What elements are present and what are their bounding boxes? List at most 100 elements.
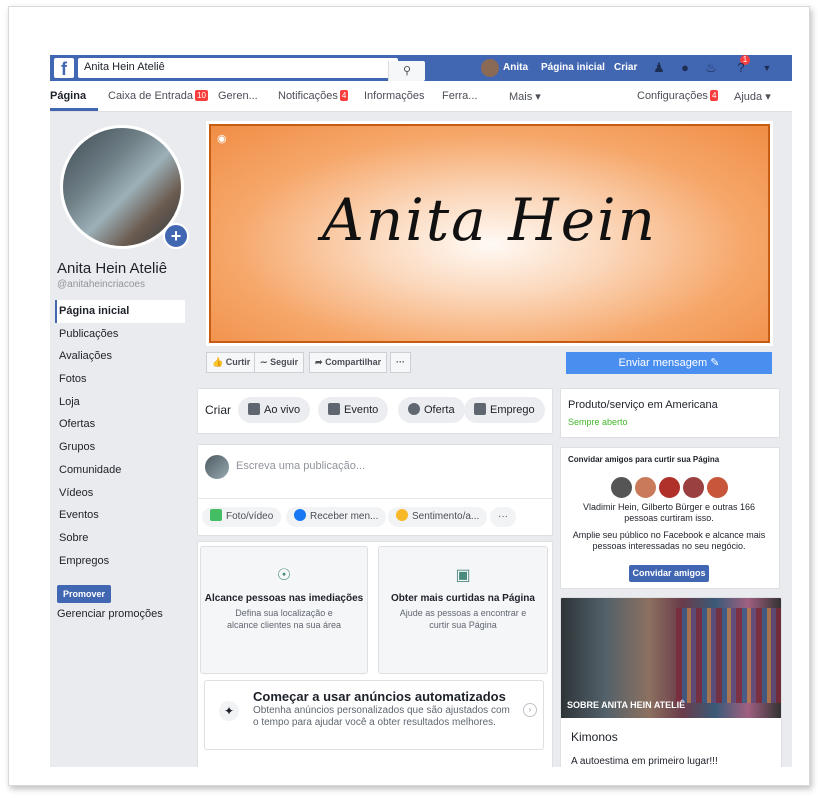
live-video-button[interactable]: Ao vivo	[238, 397, 311, 423]
post-composer: Escreva uma publicação... Foto/vídeo Rec…	[197, 444, 553, 536]
facebook-logo-icon[interactable]: f	[54, 58, 74, 79]
composer-divider	[198, 498, 552, 499]
composer-more-button[interactable]: ···	[490, 507, 516, 527]
share-button[interactable]: ➦ Compartilhar	[309, 352, 388, 373]
page-icon: ▣	[455, 567, 471, 584]
cover-photo[interactable]: ◉ Anita Hein	[206, 121, 773, 346]
about-text: A autoestima em primeiro lugar!!!	[571, 756, 718, 767]
sidebar-item-videos[interactable]: Vídeos	[55, 482, 185, 505]
feeling-button[interactable]: Sentimento/a...	[388, 507, 488, 527]
manage-promotions-link[interactable]: Gerenciar promoções	[57, 608, 163, 620]
friend-requests-icon[interactable]: ♟	[650, 59, 668, 77]
sidebar-item-posts[interactable]: Publicações	[55, 323, 185, 346]
offer-label: Oferta	[424, 404, 455, 416]
page-category[interactable]: Produto/serviço em Americana	[568, 399, 718, 411]
sidebar-item-groups[interactable]: Grupos	[55, 436, 185, 459]
account-menu-chevron-down-icon[interactable]: ▼	[758, 59, 776, 77]
messages-label: Receber men...	[310, 511, 379, 522]
invite-friends-button[interactable]: Convidar amigos	[629, 565, 709, 582]
reach-nearby-title: Alcance pessoas nas imediações	[204, 593, 364, 604]
sidebar-item-about[interactable]: Sobre	[55, 527, 185, 550]
more-likes-desc: Ajude as pessoas a encontrar e curtir su…	[399, 608, 527, 630]
sidebar-item-offers[interactable]: Ofertas	[55, 413, 185, 436]
job-label: Emprego	[490, 404, 535, 416]
tab-help[interactable]: Ajuda ▾	[734, 90, 771, 103]
friend-avatar[interactable]	[682, 476, 705, 499]
tab-notifications[interactable]: Notificações 4	[278, 90, 349, 102]
get-messages-button[interactable]: Receber men...	[286, 507, 387, 527]
facebook-page-window: f Anita Hein Ateliê ⚲ Anita Página inici…	[50, 55, 792, 767]
kimonos-rack-image	[676, 608, 781, 703]
tab-page[interactable]: Página	[50, 90, 86, 102]
notifications-tab-badge: 4	[339, 90, 349, 101]
share-arrow-icon: ➦	[315, 357, 323, 367]
tab-tools[interactable]: Ferra...	[442, 90, 477, 102]
invite-friends-card: Convidar amigos para curtir sua Página V…	[560, 447, 780, 589]
page-tabs: Página Caixa de Entrada 10 Geren... Notif…	[50, 81, 792, 112]
create-link[interactable]: Criar	[614, 62, 637, 73]
offer-button[interactable]: Oferta	[398, 397, 465, 423]
event-button[interactable]: Evento	[318, 397, 389, 423]
friend-avatar[interactable]	[634, 476, 657, 499]
active-tab-underline	[50, 108, 98, 111]
like-button[interactable]: 👍 Curtir	[206, 352, 257, 373]
add-photo-plus-icon[interactable]: +	[163, 223, 189, 249]
tab-inbox-label: Caixa de Entrada	[108, 90, 193, 102]
chevron-right-icon[interactable]: ›	[523, 703, 537, 717]
tab-manage[interactable]: Geren...	[218, 90, 258, 102]
event-label: Evento	[344, 404, 379, 416]
tag-icon	[408, 403, 420, 415]
page-username[interactable]: @anitaheincriacoes	[57, 279, 145, 290]
tab-settings[interactable]: Configurações 4	[637, 90, 719, 102]
follow-label: Seguir	[270, 357, 299, 367]
tab-notifications-label: Notificações	[278, 90, 338, 102]
more-likes-card[interactable]: ▣ Obter mais curtidas na Página Ajude as…	[378, 546, 548, 674]
sidebar-item-community[interactable]: Comunidade	[55, 459, 185, 482]
promote-button[interactable]: Promover	[57, 585, 111, 603]
invite-title: Convidar amigos para curtir sua Página	[568, 455, 720, 464]
follow-button[interactable]: ∼ Seguir	[254, 352, 305, 373]
friend-avatar[interactable]	[706, 476, 729, 499]
send-message-button[interactable]: Enviar mensagem ✎	[566, 352, 772, 374]
smiley-icon	[396, 509, 408, 521]
tab-more[interactable]: Mais ▾	[509, 90, 541, 103]
about-card: SOBRE ANITA HEIN ATELIÊ Kimonos A autoes…	[560, 597, 782, 767]
tab-inbox[interactable]: Caixa de Entrada 10	[108, 90, 208, 102]
invite-likes-text: Vladimir Hein, Gilberto Bürger e outras …	[582, 502, 756, 523]
messenger-icon[interactable]: ●	[676, 59, 694, 77]
friend-avatar[interactable]	[610, 476, 633, 499]
more-likes-title: Obter mais curtidas na Página	[391, 593, 535, 604]
thumbs-up-icon: 👍	[212, 357, 224, 367]
search-icon[interactable]: ⚲	[388, 61, 425, 81]
sidebar-item-reviews[interactable]: Avaliações	[55, 345, 185, 368]
location-pin-icon: ☉	[276, 567, 292, 584]
sidebar-item-jobs[interactable]: Empregos	[55, 550, 185, 573]
sidebar-item-photos[interactable]: Fotos	[55, 368, 185, 391]
profile-link[interactable]: Anita	[503, 62, 528, 73]
user-avatar[interactable]	[481, 59, 499, 77]
magic-wand-icon: ✦	[219, 701, 239, 721]
notifications-bell-icon[interactable]: ♨	[702, 59, 720, 77]
cover-script-text: Anita Hein	[322, 186, 657, 254]
camera-icon[interactable]: ◉	[217, 132, 227, 145]
reach-nearby-card[interactable]: ☉ Alcance pessoas nas imediações Defina …	[200, 546, 368, 674]
top-navigation-bar: f Anita Hein Ateliê ⚲ Anita Página inici…	[50, 55, 792, 81]
sidebar-item-home[interactable]: Página inicial	[55, 300, 185, 323]
sidebar-item-shop[interactable]: Loja	[55, 391, 185, 414]
cover-image: ◉ Anita Hein	[209, 124, 770, 343]
automated-ads-card[interactable]: ✦ Começar a usar anúncios automatizados …	[204, 680, 544, 750]
profile-picture[interactable]: +	[60, 125, 189, 249]
home-link[interactable]: Página inicial	[541, 62, 605, 73]
search-input[interactable]: Anita Hein Ateliê	[84, 61, 165, 73]
photo-video-button[interactable]: Foto/vídeo	[202, 507, 282, 527]
calendar-icon	[328, 403, 340, 415]
tab-information[interactable]: Informações	[364, 90, 425, 102]
friend-avatar[interactable]	[658, 476, 681, 499]
help-icon[interactable]: ?	[732, 59, 750, 77]
opening-hours: Sempre aberto	[568, 417, 628, 427]
search-bar[interactable]: Anita Hein Ateliê ⚲	[78, 58, 425, 81]
sidebar-item-events[interactable]: Eventos	[55, 504, 185, 527]
composer-input[interactable]: Escreva uma publicação...	[236, 460, 365, 472]
job-button[interactable]: Emprego	[464, 397, 545, 423]
more-actions-button[interactable]: ···	[390, 352, 411, 373]
